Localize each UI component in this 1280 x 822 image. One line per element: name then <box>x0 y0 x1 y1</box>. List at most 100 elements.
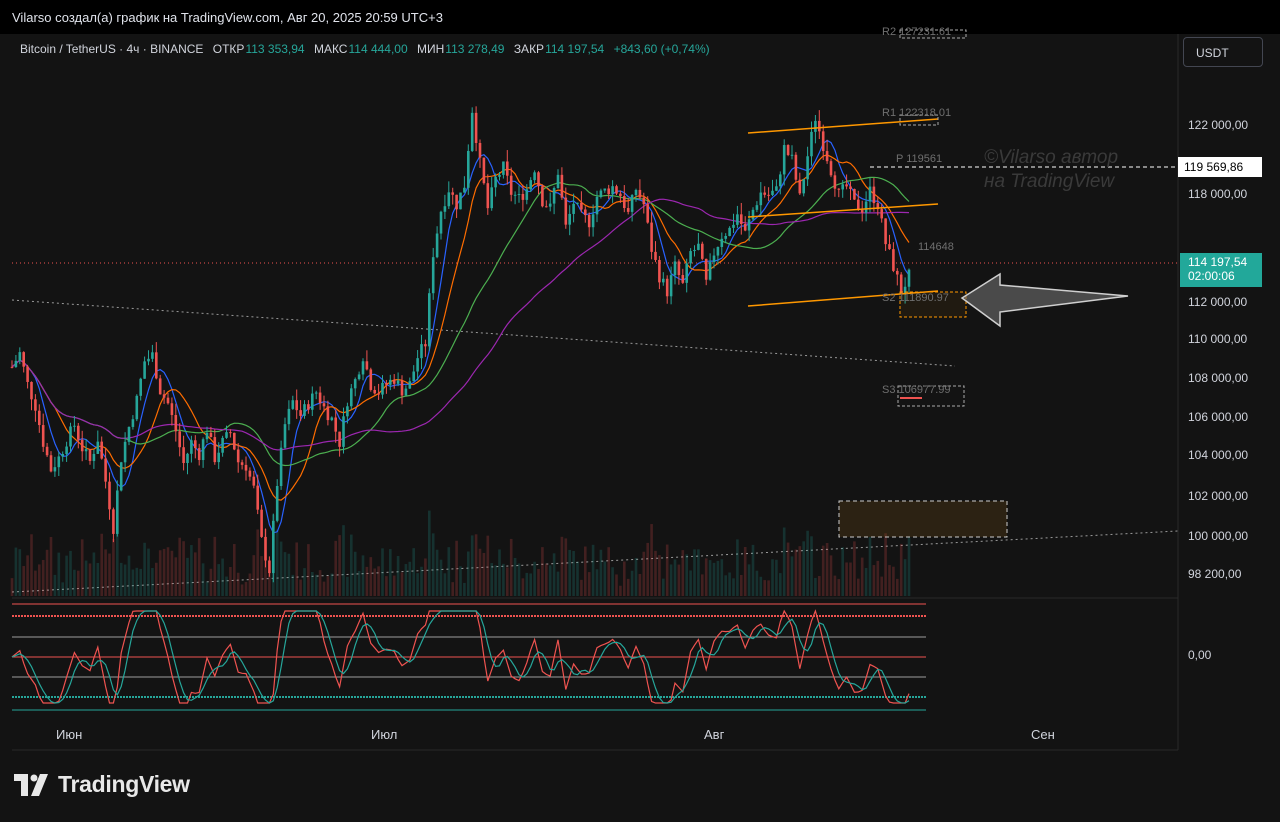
candle <box>431 257 435 294</box>
volume-bar <box>41 559 45 596</box>
demand-zone <box>838 500 1008 538</box>
volume-bar <box>357 570 361 596</box>
candle <box>311 393 314 410</box>
volume-bar <box>428 510 431 596</box>
candle <box>322 403 326 407</box>
volume-bar <box>65 555 68 596</box>
tradingview-brand: TradingView <box>58 771 190 797</box>
candle <box>478 142 482 158</box>
volume-bar <box>509 538 513 596</box>
volume-bar <box>880 576 883 596</box>
price-tick: 110 000,00 <box>1188 332 1248 346</box>
candle <box>342 416 345 447</box>
volume-bar <box>810 536 813 596</box>
chart-area[interactable] <box>0 0 1280 822</box>
volume-bar <box>568 549 571 596</box>
candle <box>350 388 353 407</box>
price-tick: 104 000,00 <box>1188 448 1249 462</box>
volume-bar <box>408 561 412 596</box>
time-label-aug: Авг <box>704 727 725 742</box>
volume-bar <box>716 560 720 596</box>
candle <box>428 293 431 347</box>
symbol-name[interactable]: Bitcoin / TetherUS · 4ч · BINANCE <box>20 42 203 56</box>
volume-bar <box>190 545 193 596</box>
volume-bar <box>112 538 115 596</box>
open-label: ОТКР <box>212 42 245 56</box>
candle <box>34 399 37 411</box>
volume-bar <box>896 578 899 596</box>
volume-bar <box>209 568 213 596</box>
volume-bar <box>506 567 509 596</box>
volume-bar <box>459 566 462 596</box>
volume-bar <box>829 555 833 596</box>
candle <box>373 389 376 394</box>
tradingview-logo[interactable]: TradingView <box>14 771 190 798</box>
candle <box>619 193 622 197</box>
symbol-info: Bitcoin / TetherUS · 4ч · BINANCE ОТКР11… <box>20 42 710 56</box>
pivot-label-p: P 119561 <box>896 153 943 165</box>
tradingview-logo-icon <box>14 773 48 796</box>
candle <box>821 131 825 152</box>
volume-bar <box>833 575 837 596</box>
candle <box>151 352 154 359</box>
volume-bar <box>92 552 96 596</box>
volume-bar <box>10 578 14 596</box>
volume-bar <box>392 575 396 596</box>
candle <box>283 424 287 448</box>
candle <box>41 425 45 447</box>
candle <box>494 176 497 188</box>
volume-bar <box>100 533 103 596</box>
candle <box>217 452 220 463</box>
candle <box>49 455 53 472</box>
volume-bar <box>580 579 583 596</box>
volume-bar <box>798 546 802 596</box>
volume-bar <box>665 544 669 596</box>
volume-bar <box>860 557 864 596</box>
candle <box>112 509 115 534</box>
volume-bar <box>591 544 595 596</box>
volume-bar <box>556 571 560 596</box>
candle <box>545 206 548 208</box>
candle <box>786 145 790 155</box>
candle <box>623 196 626 209</box>
volume-bar <box>630 570 634 596</box>
currency-button[interactable]: USDT <box>1183 37 1263 67</box>
volume-bar <box>802 541 805 596</box>
volume-bar <box>619 585 622 596</box>
candle <box>720 238 724 247</box>
candle <box>708 262 712 280</box>
volume-bar <box>786 542 790 596</box>
candle <box>127 426 131 442</box>
candle <box>611 186 614 195</box>
volume-bar <box>26 555 29 596</box>
candle <box>435 233 439 258</box>
volume-bar <box>123 564 127 596</box>
candle <box>287 408 291 425</box>
volume-bar <box>482 552 486 596</box>
candle <box>330 417 334 421</box>
candle <box>346 406 349 417</box>
candle <box>654 251 657 260</box>
volume-bar <box>369 557 373 596</box>
volume-bar <box>439 559 443 596</box>
candle <box>116 490 119 534</box>
volume-bar <box>892 566 895 596</box>
volume-bar <box>525 572 529 596</box>
volume-bar <box>564 538 568 596</box>
volume-bar <box>693 549 696 596</box>
candle <box>65 446 68 455</box>
candle <box>825 151 829 162</box>
candle <box>759 192 763 206</box>
volume-bar <box>751 544 755 596</box>
volume-bar <box>704 558 708 596</box>
close-label: ЗАКР <box>513 42 545 56</box>
volume-bar <box>763 580 766 596</box>
time-label-jul: Июл <box>371 727 398 742</box>
volume-bar <box>767 580 770 596</box>
candle <box>14 360 18 368</box>
volume-bar <box>755 570 759 596</box>
volume-bar <box>494 565 497 596</box>
volume-bar <box>53 574 57 596</box>
candle <box>396 380 400 384</box>
volume-bar <box>474 534 478 596</box>
